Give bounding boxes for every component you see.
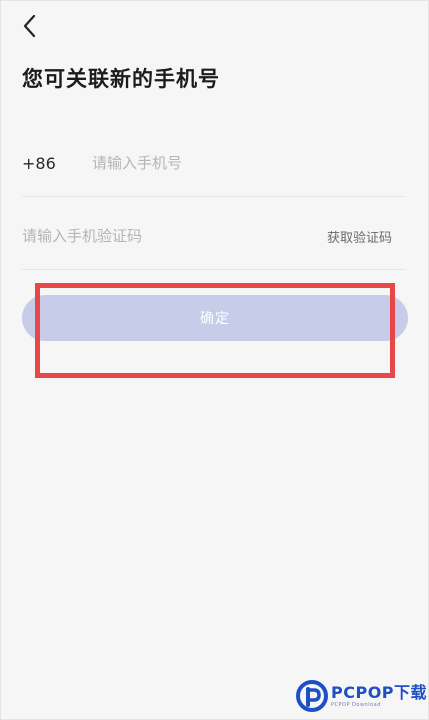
watermark: PCPOP下载 PCPOP Download (296, 680, 427, 712)
watermark-sub-text: PCPOP Download (331, 701, 381, 708)
verification-code-input[interactable] (22, 227, 327, 245)
back-button[interactable] (12, 8, 48, 44)
watermark-main-text: PCPOP下载 (331, 682, 428, 702)
confirm-button[interactable]: 确定 (22, 295, 408, 341)
phone-number-input[interactable] (92, 154, 406, 172)
verification-code-row: 获取验证码 (22, 203, 406, 270)
pcpop-logo-icon (296, 680, 328, 712)
page-frame (0, 0, 429, 720)
country-code-selector[interactable]: +86 (22, 154, 92, 173)
chevron-left-icon (23, 14, 36, 38)
phone-number-row: +86 (22, 130, 406, 197)
page-title: 您可关联新的手机号 (22, 67, 220, 91)
get-code-button[interactable]: 获取验证码 (327, 227, 406, 246)
